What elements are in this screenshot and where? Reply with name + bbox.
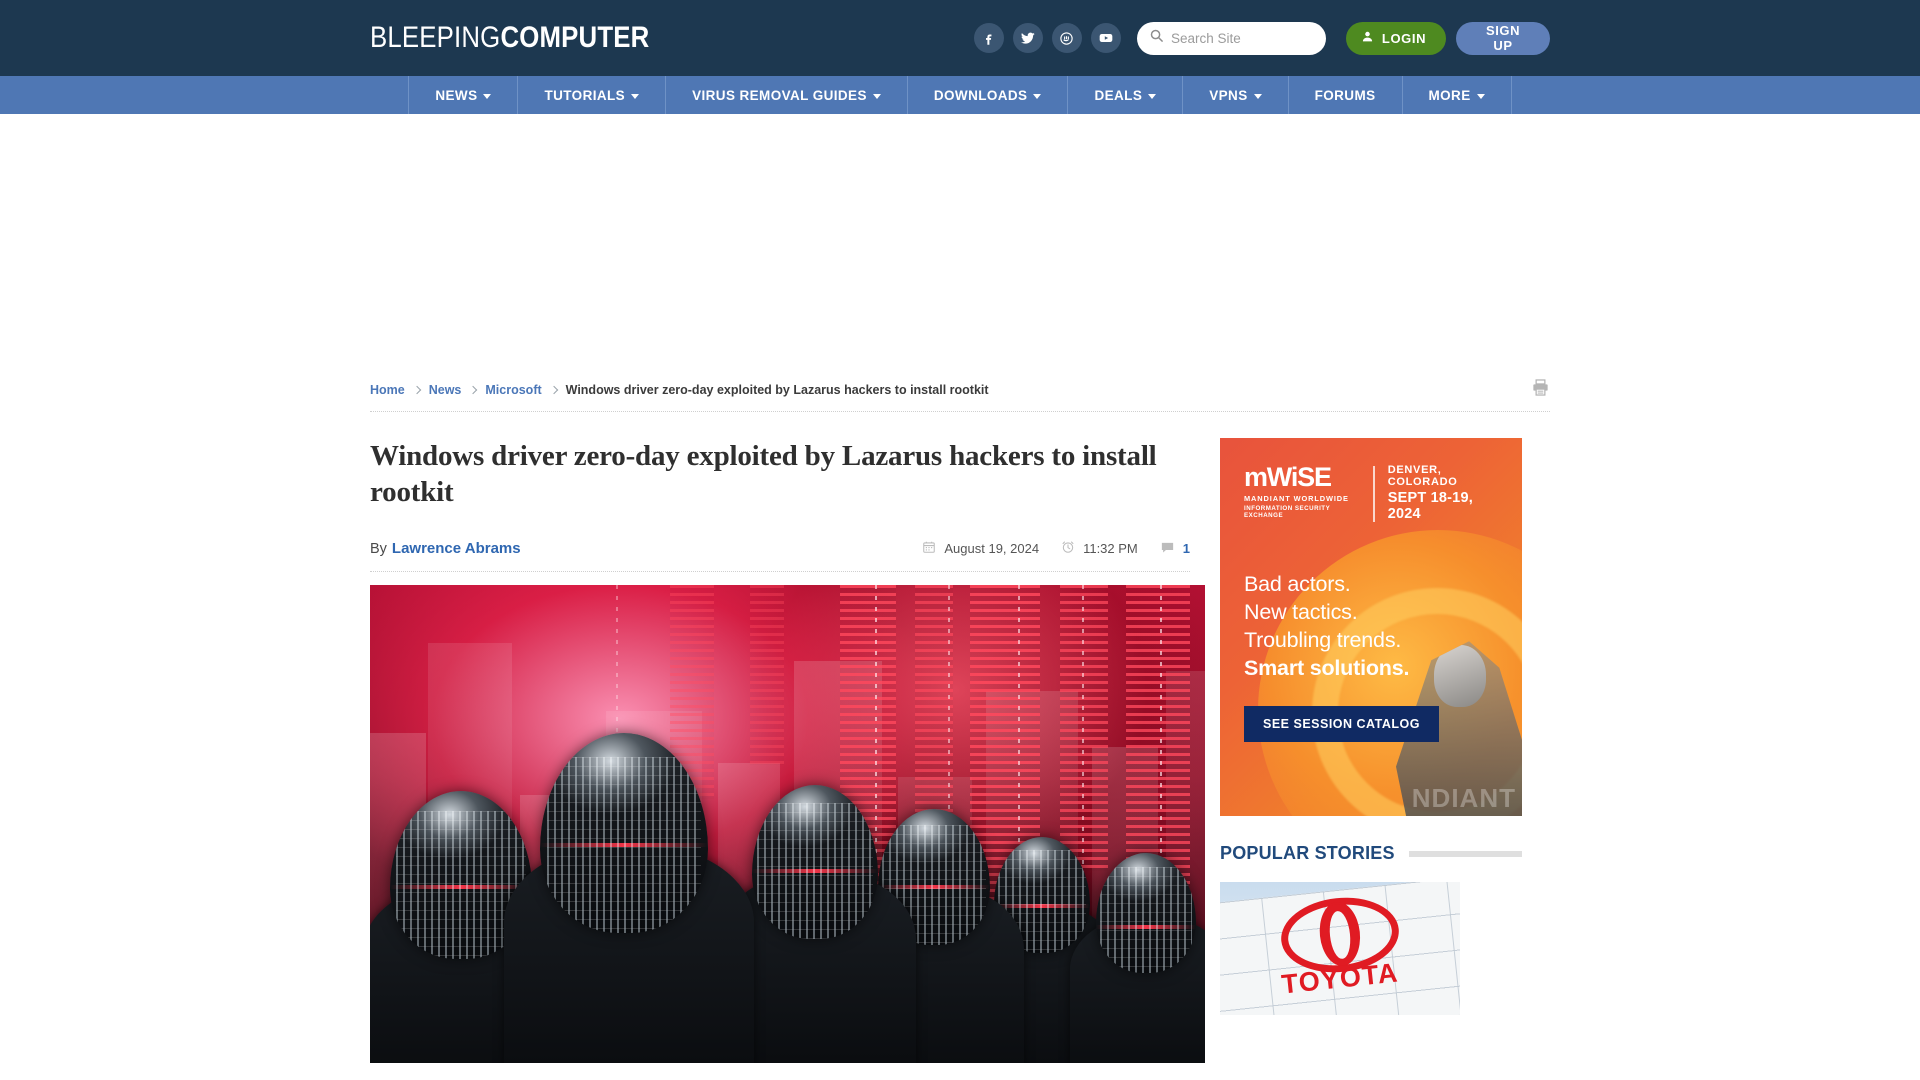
chevron-down-icon xyxy=(631,93,640,99)
twitter-icon[interactable] xyxy=(1012,23,1043,53)
breadcrumb-link-microsoft[interactable]: Microsoft xyxy=(485,383,541,397)
sidebar-ad[interactable]: NDIANT mWiSE MANDIANT WORLDWIDE INFORMAT… xyxy=(1220,438,1522,816)
nav-item-vpns[interactable]: VPNS xyxy=(1183,76,1289,114)
ad-logo-row: mWiSE MANDIANT WORLDWIDE INFORMATION SEC… xyxy=(1244,464,1504,522)
nav-item-news[interactable]: NEWS xyxy=(408,76,519,114)
ad-city: DENVER, COLORADO xyxy=(1387,464,1458,488)
auth-buttons: LOGIN SIGN UP xyxy=(1345,21,1550,55)
nav-item-label: DOWNLOADS xyxy=(933,87,1028,103)
ad-copy: Bad actors. New tactics. Troubling trend… xyxy=(1244,570,1409,683)
search-box[interactable] xyxy=(1136,21,1326,55)
breadcrumb-separator-icon xyxy=(549,385,558,394)
nav-item-label: DEALS xyxy=(1094,87,1143,103)
nav-item-downloads[interactable]: DOWNLOADS xyxy=(908,76,1069,114)
chevron-down-icon xyxy=(1148,93,1157,99)
login-label: LOGIN xyxy=(1381,30,1427,46)
calendar-icon xyxy=(922,540,936,557)
article-meta: By Lawrence Abrams August 19, 2024 11:32… xyxy=(370,540,1190,572)
chevron-down-icon xyxy=(1033,93,1042,99)
search-input[interactable] xyxy=(1170,30,1314,46)
nav-item-label: TUTORIALS xyxy=(544,87,626,103)
ad-ghost-text: NDIANT xyxy=(1411,783,1516,813)
chevron-down-icon xyxy=(872,93,881,99)
publish-date-text: August 19, 2024 xyxy=(944,541,1040,556)
nav-item-label: VIRUS REMOVAL GUIDES xyxy=(692,87,867,103)
ad-brand-name: mWiSE xyxy=(1244,462,1332,492)
nav-item-deals[interactable]: DEALS xyxy=(1068,76,1184,114)
mastodon-icon[interactable] xyxy=(1051,23,1082,53)
search-icon xyxy=(1149,28,1164,48)
ad-brand-sub2: INFORMATION SECURITY EXCHANGE xyxy=(1244,504,1331,519)
site-header: BLEEPINGCOMPUTER Search Site LOGIN SIGN … xyxy=(0,0,1920,76)
nav-item-virus-removal-guides[interactable]: VIRUS REMOVAL GUIDES xyxy=(666,76,908,114)
nav-item-label: VPNS xyxy=(1209,87,1248,103)
youtube-icon[interactable] xyxy=(1090,23,1121,53)
nav-item-label: NEWS xyxy=(435,87,478,103)
breadcrumb-separator-icon xyxy=(469,385,478,394)
publish-date: August 19, 2024 xyxy=(922,540,1039,557)
publish-time-text: 11:32 PM xyxy=(1083,541,1138,556)
ad-line-4: Smart solutions. xyxy=(1244,656,1410,681)
popular-stories-header: POPULAR STORIES xyxy=(1220,843,1522,864)
popular-stories-rule xyxy=(1408,850,1522,857)
author-link[interactable]: Lawrence Abrams xyxy=(392,540,521,557)
article-column: Windows driver zero-day exploited by Laz… xyxy=(370,438,1205,1063)
chevron-down-icon xyxy=(1476,93,1485,99)
clock-icon xyxy=(1061,540,1075,557)
nav-item-forums[interactable]: FORUMS xyxy=(1289,76,1403,114)
by-label: By xyxy=(370,540,387,557)
ad-brand-sub1: MANDIANT WORLDWIDE xyxy=(1244,494,1349,503)
chevron-down-icon xyxy=(1253,93,1262,99)
breadcrumb-link-home[interactable]: Home xyxy=(370,383,405,397)
ad-brand-block: mWiSE MANDIANT WORLDWIDE INFORMATION SEC… xyxy=(1244,464,1360,519)
breadcrumb-separator-icon xyxy=(412,385,421,394)
logo-text-light: BLEEPING xyxy=(370,21,501,54)
chevron-down-icon xyxy=(483,93,492,99)
user-icon xyxy=(1361,30,1374,46)
sidebar: NDIANT mWiSE MANDIANT WORLDWIDE INFORMAT… xyxy=(1220,438,1522,1063)
comment-count-text: 1 xyxy=(1182,541,1190,556)
top-ad-slot xyxy=(0,114,1920,378)
popular-stories-title: POPULAR STORIES xyxy=(1220,843,1395,863)
ad-dates: SEPT 18-19, 2024 xyxy=(1387,490,1473,522)
signup-label: SIGN UP xyxy=(1485,23,1521,53)
article-hero-image xyxy=(370,584,1205,1063)
logo-text-bold: COMPUTER xyxy=(500,21,650,54)
popular-story-thumbnail[interactable]: TOYOTA xyxy=(1220,882,1460,1015)
breadcrumb-link-news[interactable]: News xyxy=(429,383,462,397)
comment-icon xyxy=(1160,540,1175,558)
comment-count[interactable]: 1 xyxy=(1160,540,1190,558)
nav-item-tutorials[interactable]: TUTORIALS xyxy=(518,76,667,114)
publish-time: 11:32 PM xyxy=(1061,540,1138,557)
printer-icon[interactable] xyxy=(1531,378,1550,402)
social-links xyxy=(973,23,1121,53)
nav-item-label: MORE xyxy=(1428,87,1471,103)
ad-line-2: New tactics. xyxy=(1244,600,1358,625)
ad-event-block: DENVER, COLORADO SEPT 18-19, 2024 xyxy=(1388,464,1504,522)
page-title: Windows driver zero-day exploited by Laz… xyxy=(370,440,1157,509)
ad-line-1: Bad actors. xyxy=(1244,572,1351,596)
ad-line-3: Troubling trends. xyxy=(1244,628,1402,653)
site-logo[interactable]: BLEEPINGCOMPUTER xyxy=(370,21,649,55)
ad-cta-button[interactable]: SEE SESSION CATALOG xyxy=(1244,706,1439,742)
login-button[interactable]: LOGIN xyxy=(1345,21,1447,55)
facebook-icon[interactable] xyxy=(973,23,1004,53)
ad-divider xyxy=(1373,466,1375,522)
main-navigation: NEWS TUTORIALS VIRUS REMOVAL GUIDES DOWNLOA… xyxy=(0,76,1920,114)
nav-item-more[interactable]: MORE xyxy=(1403,76,1512,114)
signup-button[interactable]: SIGN UP xyxy=(1456,21,1550,55)
breadcrumb-current: Windows driver zero-day exploited by Laz… xyxy=(565,382,989,397)
nav-item-label: FORUMS xyxy=(1314,87,1376,103)
page-content: Home News Microsoft Windows driver zero-day… xyxy=(370,378,1550,1063)
breadcrumb: Home News Microsoft Windows driver zero-day… xyxy=(370,378,1550,412)
